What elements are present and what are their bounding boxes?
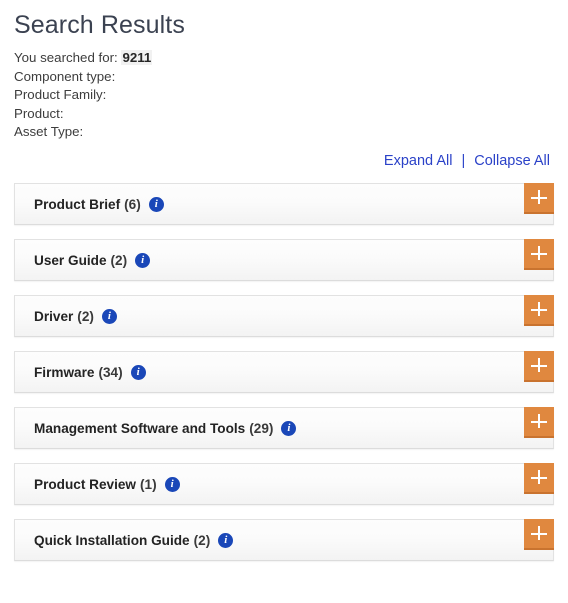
accordion-row[interactable]: Firmware (34)	[14, 350, 554, 394]
plus-icon[interactable]	[524, 294, 554, 326]
accordion-row[interactable]: Driver (2)	[14, 294, 554, 338]
accordion-row-name: Firmware	[34, 365, 95, 381]
accordion-row-count: (1)	[139, 477, 157, 493]
accordion-row-count: (2)	[77, 309, 94, 325]
criteria-product-family-label: Product Family:	[14, 87, 107, 103]
accordion-row-count: (2)	[110, 253, 128, 269]
plus-icon[interactable]	[524, 182, 554, 214]
info-icon[interactable]	[130, 365, 146, 381]
plus-icon[interactable]	[524, 350, 554, 382]
criteria-product-label: Product:	[14, 105, 64, 121]
accordion-row[interactable]: Product Review (1)	[14, 462, 554, 506]
accordion-row[interactable]: User Guide (2)	[14, 238, 554, 282]
criteria-product: Product:	[14, 105, 554, 124]
criteria-searched-for-label: You searched for:	[14, 50, 118, 65]
accordion-row-count: (2)	[193, 533, 211, 549]
accordion-row[interactable]: Product Brief (6)	[14, 182, 554, 226]
criteria-product-family: Product Family:	[14, 86, 554, 105]
controls-separator: |	[461, 152, 466, 169]
info-icon[interactable]	[148, 197, 164, 213]
accordion-row-label: Firmware (34)	[34, 352, 146, 394]
accordion-row[interactable]: Management Software and Tools (29)	[14, 406, 554, 450]
info-icon[interactable]	[101, 309, 117, 325]
asset-category-accordion: Product Brief (6) User Guide (2) Driver …	[14, 182, 554, 562]
accordion-row[interactable]: Quick Installation Guide (2)	[14, 518, 554, 562]
criteria-asset-type-label: Asset Type:	[14, 124, 84, 140]
accordion-row-count: (6)	[124, 197, 141, 213]
accordion-row-label: Product Review (1)	[34, 464, 180, 506]
criteria-component-type-label: Component type:	[14, 68, 116, 84]
criteria-component-type: Component type:	[14, 68, 554, 87]
info-icon[interactable]	[164, 477, 180, 493]
info-icon[interactable]	[218, 533, 234, 549]
accordion-row-label: User Guide (2)	[34, 240, 151, 282]
accordion-row-label: Driver (2)	[34, 296, 117, 338]
criteria-asset-type: Asset Type:	[14, 123, 554, 142]
collapse-all-link[interactable]: Collapse All	[474, 153, 550, 169]
plus-icon[interactable]	[524, 238, 554, 270]
expand-all-link[interactable]: Expand All	[384, 153, 453, 169]
search-results-page: Search Results You searched for: 9211 Co…	[0, 0, 568, 603]
accordion-row-count: (34)	[98, 365, 123, 381]
accordion-row-name: Driver	[34, 309, 74, 325]
accordion-row-count: (29)	[249, 421, 274, 437]
page-title: Search Results	[14, 11, 185, 39]
accordion-row-name: Quick Installation Guide	[34, 533, 190, 549]
plus-icon[interactable]	[524, 406, 554, 438]
criteria-searched-for: You searched for: 9211	[14, 49, 554, 68]
info-icon[interactable]	[281, 421, 297, 437]
expand-collapse-controls: Expand All | Collapse All	[14, 151, 554, 171]
search-criteria: You searched for: 9211 Component type: P…	[14, 49, 554, 142]
accordion-row-name: Product Review	[34, 477, 136, 493]
plus-icon[interactable]	[524, 518, 554, 550]
criteria-searched-for-value: 9211	[121, 50, 153, 65]
accordion-row-label: Quick Installation Guide (2)	[34, 520, 234, 562]
accordion-row-name: User Guide	[34, 253, 107, 269]
plus-icon[interactable]	[524, 462, 554, 494]
info-icon[interactable]	[135, 253, 151, 269]
accordion-row-name: Management Software and Tools	[34, 421, 246, 437]
accordion-row-name: Product Brief	[34, 197, 121, 213]
accordion-row-label: Management Software and Tools (29)	[34, 408, 297, 450]
accordion-row-label: Product Brief (6)	[34, 184, 164, 226]
